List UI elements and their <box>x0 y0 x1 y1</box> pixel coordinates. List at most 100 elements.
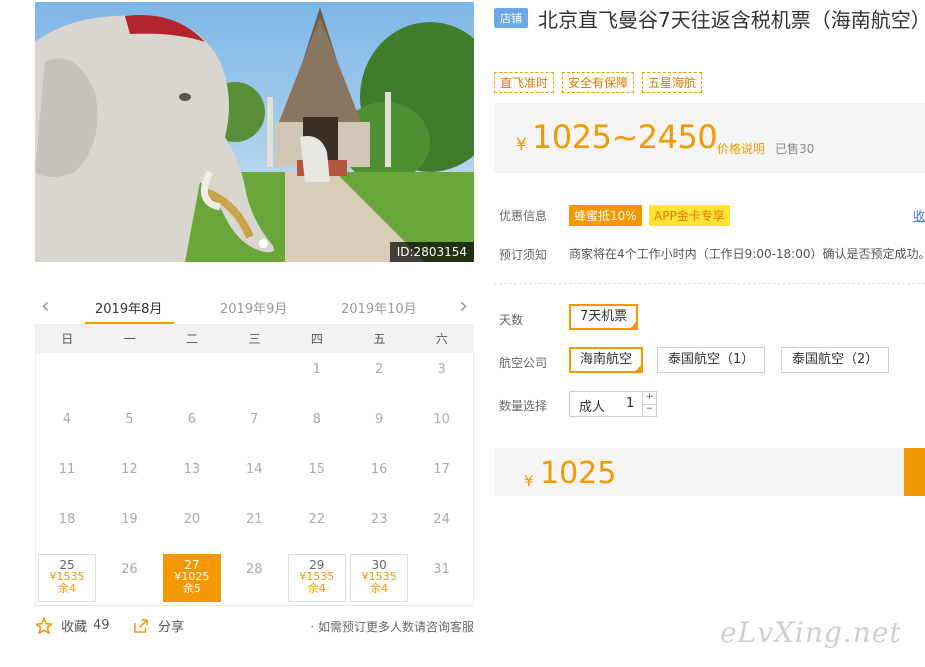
booking-notice-label: 预订须知 <box>499 248 548 262</box>
calendar-day: 10 <box>411 403 473 453</box>
check-icon: ✓ <box>634 364 642 373</box>
weekday-label: 日 <box>61 332 74 346</box>
days-option-7[interactable]: 7天机票 ✓ <box>569 304 639 330</box>
calendar-day-available[interactable]: 29 ¥1535 余4 <box>287 554 346 602</box>
product-title: 北京直飞曼谷7天往返含税机票（海南航空） <box>538 8 925 32</box>
weekday-label: 一 <box>123 332 136 346</box>
day-number: 9 <box>375 412 384 427</box>
day-number: 21 <box>246 512 263 527</box>
next-month-arrow-icon[interactable]: › <box>459 294 468 319</box>
favorite-button[interactable]: 收藏 49 <box>35 616 110 635</box>
days-label: 天数 <box>499 313 524 327</box>
airline-option-label: 海南航空 <box>580 352 633 367</box>
airline-label: 航空公司 <box>499 356 548 370</box>
product-photo: ID:2803154 <box>35 2 474 262</box>
calendar-day: 15 <box>286 453 348 503</box>
weekday-label: 六 <box>435 332 448 346</box>
calendar-day: 2 <box>348 353 410 403</box>
calendar-day: 13 <box>161 453 223 503</box>
image-id-label: ID:2803154 <box>389 242 474 262</box>
carousel-dot[interactable] <box>259 239 268 248</box>
day-number: 23 <box>370 512 388 527</box>
days-option-label: 7天机票 <box>580 309 628 324</box>
weekday-header: 日一二三四五六 <box>36 325 473 353</box>
promo-toggle-link[interactable]: 收起 <box>913 207 925 224</box>
calendar-day-selected[interactable]: 27 ¥1025 余5 <box>162 554 221 602</box>
calendar-day-available[interactable]: 30 ¥1535 余4 <box>350 554 409 602</box>
day-number: 4 <box>62 412 72 427</box>
prev-month-arrow-icon[interactable]: ‹ <box>41 294 50 319</box>
day-number: 29 <box>309 558 325 572</box>
calendar-day: 5 <box>98 403 160 453</box>
price-range: 1025~2450 <box>532 118 718 156</box>
weekday-label: 四 <box>310 332 323 346</box>
day-number: 15 <box>308 462 325 477</box>
calendar-day: 31 <box>411 553 473 603</box>
currency-symbol: ¥ <box>516 135 527 155</box>
site-watermark: eLvXing.net <box>720 616 902 649</box>
calendar-day: 3 <box>411 353 473 403</box>
section-divider <box>494 283 925 284</box>
day-number: 28 <box>246 562 263 577</box>
day-number: 19 <box>121 512 138 527</box>
calendar-day: 9 <box>348 403 410 453</box>
day-number: 27 <box>184 558 200 572</box>
day-number: 11 <box>58 462 76 477</box>
airline-option-thai-1[interactable]: 泰国航空（1） <box>657 347 766 373</box>
calendar-day: 26 <box>98 553 160 603</box>
date-calendar: 日一二三四五六 1 2 3 4 5 6 7 8 9 10 11 12 13 14 15 16 17 18 19 20 2… <box>35 324 474 606</box>
day-stock: 余4 <box>307 582 326 595</box>
calendar-day: 17 <box>411 453 473 503</box>
favorite-label: 收藏 <box>61 620 88 635</box>
quantity-decrease-button[interactable]: − <box>642 404 656 416</box>
share-label: 分享 <box>158 620 185 635</box>
sold-count: 已售30 <box>775 142 815 156</box>
calendar-day: 19 <box>98 503 160 553</box>
calendar-day: 14 <box>223 453 285 503</box>
total-currency-symbol: ¥ <box>524 472 534 490</box>
quantity-label: 数量选择 <box>499 399 548 413</box>
calendar-day-available[interactable]: 25 ¥1535 余4 <box>38 554 96 602</box>
tab-month-oct[interactable]: 2019年10月 <box>341 298 417 317</box>
feature-tag: 直飞准时 <box>494 72 555 93</box>
calendar-day: 21 <box>223 503 285 553</box>
day-number: 16 <box>370 462 388 477</box>
day-number: 7 <box>250 412 259 427</box>
feature-tag: 安全有保障 <box>562 72 635 93</box>
product-actions: 收藏 49 分享 · 如需预订更多人数请咨询客服 <box>35 616 474 638</box>
calendar-day: 7 <box>223 403 285 453</box>
feature-tag: 五星海航 <box>642 72 703 93</box>
day-number: 20 <box>183 512 201 527</box>
airline-option-thai-2[interactable]: 泰国航空（2） <box>781 347 890 373</box>
check-icon: ✓ <box>629 321 637 330</box>
price-explain-link[interactable]: 价格说明 <box>717 140 765 157</box>
calendar-day: 12 <box>98 453 160 503</box>
weekday-label: 五 <box>373 332 386 346</box>
feature-tags: 直飞准时 安全有保障 五星海航 <box>494 72 703 93</box>
calendar-day: 20 <box>161 503 223 553</box>
contact-service-note: · 如需预订更多人数请咨询客服 <box>310 620 474 634</box>
promo-badge-app-gold: APP金卡专享 <box>649 205 730 226</box>
day-number: 22 <box>308 512 325 527</box>
favorite-count: 49 <box>93 618 110 633</box>
day-number: 25 <box>59 558 75 572</box>
temple-elephant-illustration <box>35 2 474 262</box>
quantity-type: 成人 <box>579 400 606 415</box>
total-price-bar: ¥ 1025 <box>494 448 925 496</box>
total-price: 1025 <box>540 456 617 491</box>
day-stock: 余4 <box>58 582 76 595</box>
day-number: 24 <box>433 512 450 527</box>
promo-label: 优惠信息 <box>499 209 548 223</box>
airline-option-label: 泰国航空（2） <box>792 352 879 367</box>
tab-month-sep[interactable]: 2019年9月 <box>220 298 287 317</box>
day-number: 2 <box>375 362 384 377</box>
day-number: 8 <box>312 412 321 427</box>
airline-option-hainan[interactable]: 海南航空 ✓ <box>569 347 644 373</box>
calendar-day: 8 <box>286 403 348 453</box>
share-button[interactable]: 分享 <box>132 616 184 635</box>
book-now-button[interactable] <box>904 448 925 496</box>
quantity-value[interactable]: 1 <box>626 396 634 411</box>
day-number: 12 <box>121 462 138 477</box>
tab-month-aug[interactable]: 2019年8月 <box>95 298 162 317</box>
airline-option-label: 泰国航空（1） <box>668 352 755 367</box>
